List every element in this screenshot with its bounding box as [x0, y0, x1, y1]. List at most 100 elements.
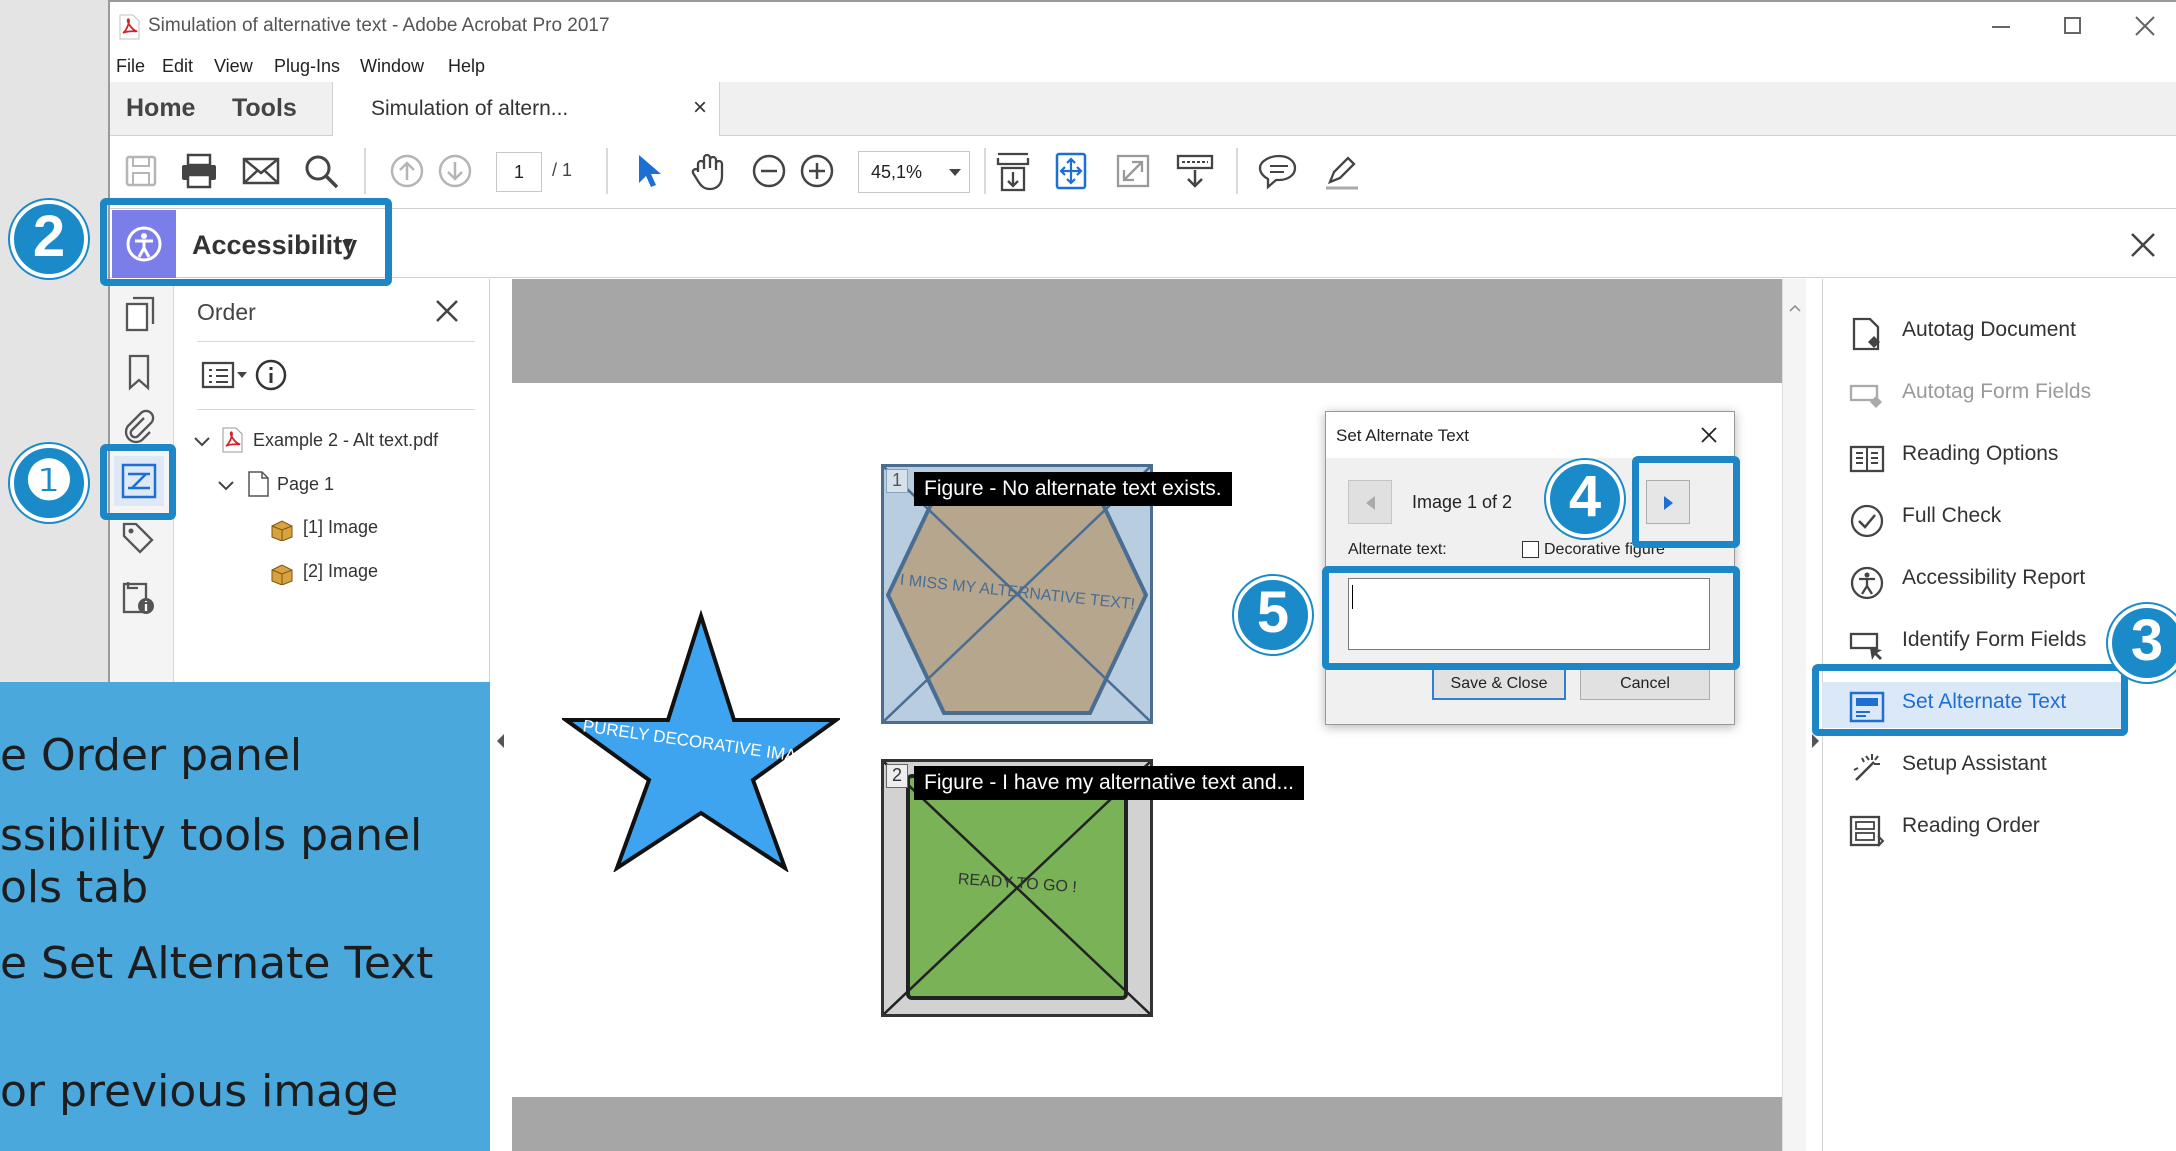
tree-page-label[interactable]: Page 1 [277, 474, 334, 495]
setup-assistant-icon [1848, 750, 1886, 788]
next-page-icon[interactable] [432, 148, 478, 194]
tool-label: Full Check [1902, 504, 2002, 527]
tool-accessibility-report[interactable]: Accessibility Report [1848, 558, 2148, 604]
tool-reading-order[interactable]: Reading Order [1848, 806, 2148, 852]
bookmark-icon[interactable] [114, 350, 164, 396]
chevron-down-icon[interactable] [217, 479, 235, 491]
previous-page-icon[interactable] [384, 148, 430, 194]
zoom-select[interactable]: 45,1% [858, 151, 970, 193]
save-icon[interactable] [118, 148, 164, 194]
content-info-icon[interactable] [114, 574, 164, 620]
autotag-form-fields-icon [1848, 378, 1886, 416]
toolbar-separator [1236, 148, 1238, 194]
zoom-in-icon[interactable] [794, 148, 840, 194]
menu-window[interactable]: Window [360, 56, 424, 77]
tree-root-label[interactable]: Example 2 - Alt text.pdf [253, 430, 438, 451]
instruction-line: or previous image [0, 1066, 399, 1117]
alternate-text-label: Alternate text: [1348, 541, 1447, 558]
highlight-set-alternate-text [1812, 664, 2128, 736]
menu-help[interactable]: Help [448, 56, 485, 77]
previous-image-button[interactable] [1348, 480, 1392, 524]
cancel-button[interactable]: Cancel [1580, 667, 1710, 700]
tab-close-icon[interactable]: × [693, 94, 707, 122]
instruction-line: ols tab [0, 862, 149, 913]
read-mode-icon[interactable] [1172, 148, 1218, 194]
tool-identify-form-fields[interactable]: Identify Form Fields [1848, 620, 2148, 666]
tool-autotag-form-fields[interactable]: Autotag Form Fields [1848, 372, 2148, 418]
page-current: 1 [514, 162, 525, 182]
tree-item-2[interactable]: [2] Image [303, 561, 378, 582]
full-check-icon [1848, 502, 1886, 540]
badge-5: 5 [1234, 576, 1312, 654]
email-icon[interactable] [238, 148, 284, 194]
close-panel-icon[interactable] [435, 299, 459, 323]
vertical-scrollbar[interactable] [1782, 279, 1806, 1151]
tab-document-label: Simulation of altern... [371, 97, 569, 120]
chevron-down-icon[interactable] [193, 435, 211, 447]
title-bar: Simulation of alternative text - Adobe A… [110, 2, 2176, 52]
toolbar-separator [606, 148, 608, 194]
badge-3: 3 [2108, 604, 2176, 682]
figure-2-tooltip: Figure - I have my alternative text and.… [914, 766, 1305, 800]
tab-home[interactable]: Home [126, 94, 195, 123]
info-icon[interactable] [255, 359, 287, 391]
tool-reading-options[interactable]: Reading Options [1848, 434, 2148, 480]
zoom-out-icon[interactable] [746, 148, 792, 194]
accessibility-report-icon [1848, 564, 1886, 602]
save-close-label: Save & Close [1450, 675, 1548, 692]
maximize-icon[interactable] [2064, 17, 2081, 34]
menu-view[interactable]: View [214, 56, 253, 77]
triangle-left-icon [1364, 495, 1376, 511]
dialog-title-bar: Set Alternate Text [1326, 412, 1734, 458]
page-total: / 1 [552, 160, 573, 180]
menu-bar: File Edit View Plug-Ins Window Help [110, 52, 2176, 82]
tool-label: Reading Options [1902, 442, 2059, 465]
page-gray-top [512, 279, 1782, 383]
page-thumbnails-icon[interactable] [114, 292, 164, 338]
highlight-pen-icon[interactable] [1318, 148, 1364, 194]
menu-file[interactable]: File [116, 56, 145, 77]
close-tool-icon[interactable] [2130, 232, 2156, 258]
panel-divider [197, 341, 475, 342]
minimize-icon[interactable] [1992, 26, 2010, 28]
comment-icon[interactable] [1256, 148, 1302, 194]
cancel-label: Cancel [1620, 675, 1670, 692]
autotag-document-icon [1848, 316, 1886, 354]
tree-item-1[interactable]: [1] Image [303, 517, 378, 538]
collapse-left-icon[interactable] [496, 733, 506, 749]
close-window-icon[interactable] [2134, 15, 2156, 37]
dialog-close-icon[interactable] [1700, 426, 1718, 444]
tool-full-check[interactable]: Full Check [1848, 496, 2148, 542]
instruction-line: ssibility tools panel [0, 810, 423, 861]
select-arrow-icon[interactable] [624, 148, 670, 194]
accessibility-tool-bar [110, 210, 2176, 278]
options-menu-icon[interactable] [201, 359, 251, 391]
decorative-checkbox[interactable] [1522, 541, 1539, 558]
search-icon[interactable] [298, 148, 344, 194]
instruction-line: e Set Alternate Text [0, 938, 434, 989]
instruction-line: e Order panel [0, 730, 303, 781]
reading-order-icon [1848, 812, 1886, 850]
tool-label: Setup Assistant [1902, 752, 2047, 775]
tab-tools[interactable]: Tools [232, 94, 297, 123]
full-screen-icon[interactable] [1110, 148, 1156, 194]
tab-document[interactable]: Simulation of altern... × [332, 82, 720, 136]
hand-tool-icon[interactable] [686, 148, 732, 194]
tool-autotag-document[interactable]: Autotag Document [1848, 310, 2148, 356]
fit-page-icon[interactable] [1048, 148, 1094, 194]
menu-edit[interactable]: Edit [162, 56, 193, 77]
scroll-up-icon[interactable] [1789, 299, 1801, 312]
chevron-down-icon [949, 169, 961, 176]
save-close-button[interactable]: Save & Close [1432, 667, 1566, 700]
print-icon[interactable] [176, 148, 222, 194]
menu-plugins[interactable]: Plug-Ins [274, 56, 340, 77]
page-number-input[interactable]: 1 [496, 152, 542, 192]
tool-label: Reading Order [1902, 814, 2040, 837]
acrobat-pdf-icon [118, 14, 140, 40]
tool-setup-assistant[interactable]: Setup Assistant [1848, 744, 2148, 790]
scrolling-mode-icon[interactable] [990, 148, 1036, 194]
tool-label: Autotag Form Fields [1902, 380, 2092, 403]
highlight-next-button [1632, 456, 1740, 548]
tags-icon[interactable] [114, 516, 164, 562]
instructions-overlay: e Order panel ssibility tools panel ols … [0, 682, 490, 1151]
